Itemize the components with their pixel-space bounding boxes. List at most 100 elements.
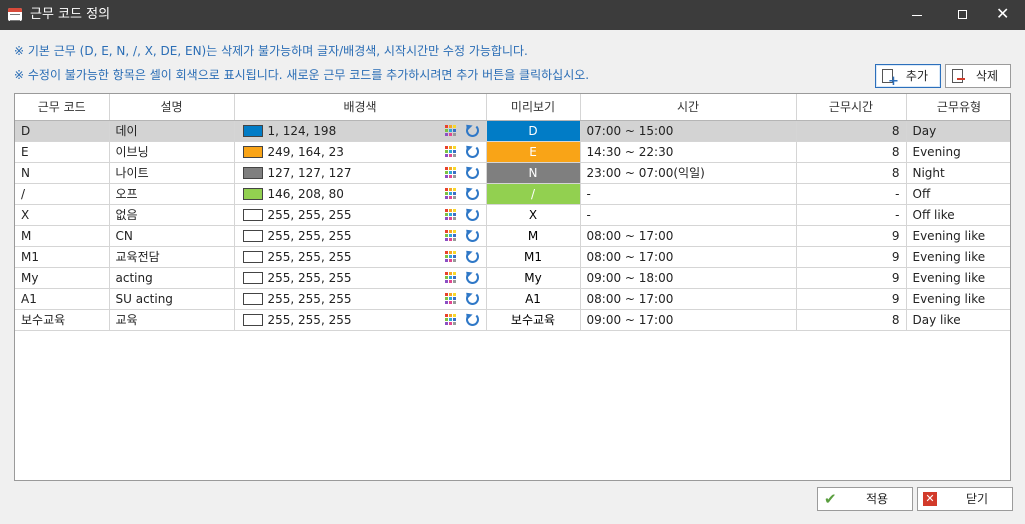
cell-background-color[interactable]: 255, 255, 255 bbox=[234, 225, 487, 247]
color-palette-icon[interactable] bbox=[444, 187, 457, 200]
cell-time[interactable]: 07:00 ~ 15:00 bbox=[580, 120, 797, 142]
color-palette-icon[interactable] bbox=[444, 250, 457, 263]
cell-type[interactable]: Evening bbox=[906, 141, 1010, 163]
cell-preview[interactable]: N bbox=[486, 162, 581, 184]
cell-description[interactable]: 없음 bbox=[109, 204, 235, 226]
cell-hours[interactable]: 9 bbox=[796, 267, 907, 289]
table-row[interactable]: E 이브닝 249, 164, 23 E 14:30 ~ 22:30 8 Evening bbox=[15, 141, 1010, 163]
reset-color-icon[interactable] bbox=[465, 312, 479, 326]
column-header-code[interactable]: 근무 코드 bbox=[15, 94, 110, 121]
apply-button[interactable]: ✔ 적용 bbox=[817, 487, 913, 511]
cell-type[interactable]: Day bbox=[906, 120, 1010, 142]
cell-type[interactable]: Evening like bbox=[906, 225, 1010, 247]
color-palette-icon[interactable] bbox=[444, 208, 457, 221]
color-palette-icon[interactable] bbox=[444, 124, 457, 137]
close-button[interactable]: ✕ 닫기 bbox=[917, 487, 1013, 511]
cell-type[interactable]: Evening like bbox=[906, 288, 1010, 310]
cell-background-color[interactable]: 249, 164, 23 bbox=[234, 141, 487, 163]
cell-time[interactable]: 08:00 ~ 17:00 bbox=[580, 246, 797, 268]
cell-type[interactable]: Day like bbox=[906, 309, 1010, 331]
reset-color-icon[interactable] bbox=[465, 207, 479, 221]
reset-color-icon[interactable] bbox=[465, 249, 479, 263]
reset-color-icon[interactable] bbox=[465, 165, 479, 179]
cell-code[interactable]: My bbox=[15, 267, 110, 289]
color-palette-icon[interactable] bbox=[444, 145, 457, 158]
cell-hours[interactable]: 9 bbox=[796, 246, 907, 268]
color-palette-icon[interactable] bbox=[444, 313, 457, 326]
cell-description[interactable]: 나이트 bbox=[109, 162, 235, 184]
cell-code[interactable]: M1 bbox=[15, 246, 110, 268]
column-header-time[interactable]: 시간 bbox=[580, 94, 797, 121]
cell-background-color[interactable]: 1, 124, 198 bbox=[234, 120, 487, 142]
table-row[interactable]: D 데이 1, 124, 198 D 07:00 ~ 15:00 8 Day bbox=[15, 120, 1010, 142]
reset-color-icon[interactable] bbox=[465, 144, 479, 158]
cell-time[interactable]: 08:00 ~ 17:00 bbox=[580, 288, 797, 310]
reset-color-icon[interactable] bbox=[465, 228, 479, 242]
cell-time[interactable]: - bbox=[580, 204, 797, 226]
table-row[interactable]: My acting 255, 255, 255 My 09:00 ~ 18:00 9 Eve… bbox=[15, 267, 1010, 289]
title-bar[interactable]: 근무 코드 정의 ✕ bbox=[0, 0, 1025, 30]
cell-description[interactable]: CN bbox=[109, 225, 235, 247]
cell-preview[interactable]: M bbox=[486, 225, 581, 247]
cell-code[interactable]: N bbox=[15, 162, 110, 184]
cell-time[interactable]: 09:00 ~ 17:00 bbox=[580, 309, 797, 331]
cell-code[interactable]: A1 bbox=[15, 288, 110, 310]
table-row[interactable]: M1 교육전담 255, 255, 255 M1 08:00 ~ 17:00 9 Eveni… bbox=[15, 246, 1010, 268]
color-palette-icon[interactable] bbox=[444, 166, 457, 179]
column-header-description[interactable]: 설명 bbox=[109, 94, 235, 121]
cell-time[interactable]: 08:00 ~ 17:00 bbox=[580, 225, 797, 247]
cell-preview[interactable]: My bbox=[486, 267, 581, 289]
cell-description[interactable]: 교육전담 bbox=[109, 246, 235, 268]
cell-description[interactable]: acting bbox=[109, 267, 235, 289]
cell-time[interactable]: 14:30 ~ 22:30 bbox=[580, 141, 797, 163]
cell-type[interactable]: Evening like bbox=[906, 267, 1010, 289]
cell-background-color[interactable]: 146, 208, 80 bbox=[234, 183, 487, 205]
cell-preview[interactable]: D bbox=[486, 120, 581, 142]
cell-code[interactable]: / bbox=[15, 183, 110, 205]
cell-preview[interactable]: A1 bbox=[486, 288, 581, 310]
cell-background-color[interactable]: 255, 255, 255 bbox=[234, 309, 487, 331]
cell-code[interactable]: 보수교육 bbox=[15, 309, 110, 331]
cell-type[interactable]: Evening like bbox=[906, 246, 1010, 268]
reset-color-icon[interactable] bbox=[465, 270, 479, 284]
table-row[interactable]: / 오프 146, 208, 80/- - Off bbox=[15, 183, 1010, 205]
cell-hours[interactable]: 8 bbox=[796, 162, 907, 184]
cell-background-color[interactable]: 255, 255, 255 bbox=[234, 267, 487, 289]
cell-description[interactable]: 이브닝 bbox=[109, 141, 235, 163]
cell-preview[interactable]: X bbox=[486, 204, 581, 226]
column-header-type[interactable]: 근무유형 bbox=[906, 94, 1010, 121]
cell-code[interactable]: D bbox=[15, 120, 110, 142]
cell-type[interactable]: Night bbox=[906, 162, 1010, 184]
cell-description[interactable]: 데이 bbox=[109, 120, 235, 142]
table-row[interactable]: X 없음 255, 255, 255 X - - Off like bbox=[15, 204, 1010, 226]
table-row[interactable]: N 나이트 127, 127, 127 N 23:00 ~ 07:00(익일) 8 Nigh… bbox=[15, 162, 1010, 184]
cell-background-color[interactable]: 127, 127, 127 bbox=[234, 162, 487, 184]
cell-time[interactable]: - bbox=[580, 183, 797, 205]
add-button[interactable]: + 추가 bbox=[875, 64, 941, 88]
cell-hours[interactable]: 8 bbox=[796, 141, 907, 163]
cell-hours[interactable]: 8 bbox=[796, 120, 907, 142]
cell-preview[interactable]: / bbox=[486, 183, 581, 205]
cell-hours[interactable]: 9 bbox=[796, 288, 907, 310]
cell-hours[interactable]: - bbox=[796, 183, 907, 205]
cell-background-color[interactable]: 255, 255, 255 bbox=[234, 288, 487, 310]
cell-preview[interactable]: E bbox=[486, 141, 581, 163]
cell-description[interactable]: 오프 bbox=[109, 183, 235, 205]
reset-color-icon[interactable] bbox=[465, 291, 479, 305]
reset-color-icon[interactable] bbox=[465, 186, 479, 200]
cell-description[interactable]: SU acting bbox=[109, 288, 235, 310]
close-window-button[interactable]: ✕ bbox=[979, 0, 1025, 30]
table-row[interactable]: M CN 255, 255, 255 M 08:00 ~ 17:00 9 Evening l… bbox=[15, 225, 1010, 247]
cell-hours[interactable]: 8 bbox=[796, 309, 907, 331]
cell-code[interactable]: E bbox=[15, 141, 110, 163]
cell-type[interactable]: Off bbox=[906, 183, 1010, 205]
cell-preview[interactable]: M1 bbox=[486, 246, 581, 268]
cell-description[interactable]: 교육 bbox=[109, 309, 235, 331]
reset-color-icon[interactable] bbox=[465, 123, 479, 137]
cell-time[interactable]: 09:00 ~ 18:00 bbox=[580, 267, 797, 289]
cell-hours[interactable]: - bbox=[796, 204, 907, 226]
cell-background-color[interactable]: 255, 255, 255 bbox=[234, 246, 487, 268]
color-palette-icon[interactable] bbox=[444, 271, 457, 284]
cell-background-color[interactable]: 255, 255, 255 bbox=[234, 204, 487, 226]
cell-time[interactable]: 23:00 ~ 07:00(익일) bbox=[580, 162, 797, 184]
